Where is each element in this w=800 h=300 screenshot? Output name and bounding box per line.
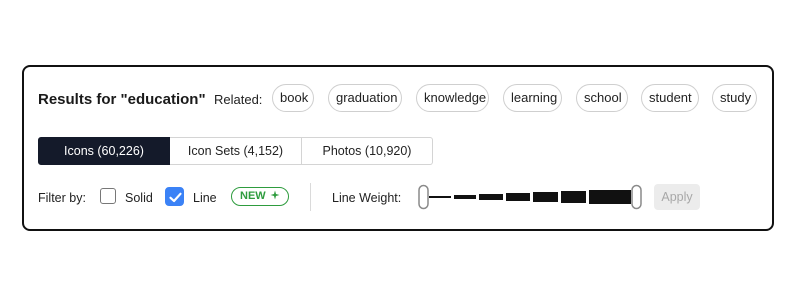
related-tag-student[interactable]: student bbox=[641, 84, 699, 112]
checkmark-icon bbox=[169, 192, 182, 203]
weight-min-handle[interactable] bbox=[418, 184, 429, 210]
filter-divider bbox=[310, 183, 311, 211]
new-badge: NEW bbox=[231, 187, 289, 206]
weight-step-6 bbox=[561, 191, 586, 203]
related-tag-study[interactable]: study bbox=[712, 84, 757, 112]
filter-by-label: Filter by: bbox=[38, 191, 86, 205]
weight-step-1 bbox=[429, 196, 451, 198]
weight-step-4 bbox=[506, 193, 530, 201]
weight-max-handle[interactable] bbox=[631, 184, 642, 210]
line-checkbox[interactable] bbox=[165, 187, 184, 206]
apply-button[interactable]: Apply bbox=[654, 184, 700, 210]
tab-icons[interactable]: Icons (60,226) bbox=[38, 137, 170, 165]
related-tag-school[interactable]: school bbox=[576, 84, 628, 112]
line-label[interactable]: Line bbox=[193, 191, 217, 205]
solid-label[interactable]: Solid bbox=[125, 191, 153, 205]
new-badge-label: NEW bbox=[240, 190, 266, 202]
related-tag-graduation[interactable]: graduation bbox=[328, 84, 402, 112]
results-title: Results for "education" bbox=[38, 91, 206, 108]
weight-step-7 bbox=[589, 190, 631, 204]
weight-step-2 bbox=[454, 195, 476, 199]
related-tag-book[interactable]: book bbox=[272, 84, 314, 112]
result-type-tabs: Icons (60,226) Icon Sets (4,152) Photos … bbox=[38, 137, 433, 165]
weight-step-3 bbox=[479, 194, 503, 200]
related-tag-knowledge[interactable]: knowledge bbox=[416, 84, 489, 112]
line-weight-slider[interactable] bbox=[418, 184, 644, 210]
tab-icon-sets[interactable]: Icon Sets (4,152) bbox=[170, 137, 302, 165]
related-label: Related: bbox=[214, 92, 263, 107]
tab-photos[interactable]: Photos (10,920) bbox=[302, 137, 433, 165]
search-results-panel: Results for "education" Related: book gr… bbox=[22, 65, 774, 231]
related-tag-learning[interactable]: learning bbox=[503, 84, 562, 112]
line-weight-label: Line Weight: bbox=[332, 191, 402, 205]
solid-checkbox[interactable] bbox=[100, 188, 116, 204]
sparkle-icon bbox=[270, 190, 280, 200]
weight-step-5 bbox=[533, 192, 558, 202]
